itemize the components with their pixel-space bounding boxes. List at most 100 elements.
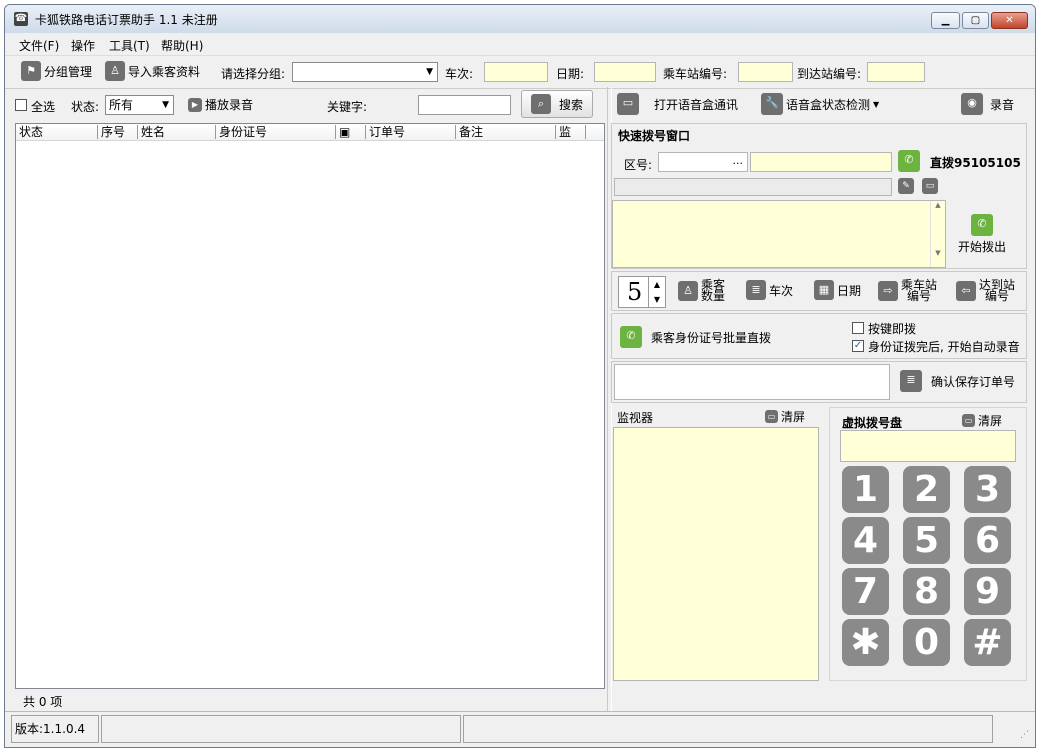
auto-record-checkbox[interactable]: ✓ xyxy=(852,340,864,352)
group-manage-label: 分组管理 xyxy=(44,64,93,79)
close-button[interactable]: ✕ xyxy=(991,12,1028,29)
filter-bar: 全选 状态: 所有 ▼ ▶ 播放录音 关键字: ⌕ 搜索 xyxy=(13,87,607,121)
group-manage-button[interactable]: ⚑ 分组管理 xyxy=(21,61,92,81)
key-6[interactable]: 6 xyxy=(964,517,1011,564)
passenger-count-value: 5 xyxy=(627,278,643,306)
insert-train-button[interactable]: ≣ 车次 xyxy=(746,280,793,300)
press-dial-label: 按键即拨 xyxy=(868,322,917,336)
order-number-input[interactable] xyxy=(614,364,890,400)
dialpad-panel: 虚拟拨号盘 ▭ 清屏 1 2 3 4 5 6 7 8 9 ✱ 0 # xyxy=(829,407,1027,681)
menu-file[interactable]: 文件(F) xyxy=(19,37,59,54)
date-label: 日期: xyxy=(556,67,585,81)
select-all-checkbox[interactable] xyxy=(15,99,27,111)
column-header-name[interactable]: 姓名 xyxy=(138,125,216,139)
voicebox-status-label: 语音盒状态检测 xyxy=(786,97,871,112)
key-3[interactable]: 3 xyxy=(964,466,1011,513)
window-title: 卡狐铁路电话订票助手 1.1 未注册 xyxy=(35,13,218,27)
key-8[interactable]: 8 xyxy=(903,568,950,615)
passenger-table[interactable]: 状态 序号 姓名 身份证号 ▣ 订单号 备注 监 xyxy=(15,123,605,689)
start-dial-button[interactable]: ✆ 开始拨出 xyxy=(958,214,1006,255)
status-label: 状态: xyxy=(71,100,100,114)
column-header-order-number[interactable]: 订单号 xyxy=(366,125,456,139)
direct-dial-button[interactable]: 直拨95105105 xyxy=(930,154,1021,171)
play-icon: ▶ xyxy=(188,97,202,112)
column-header-monitor[interactable]: 监 xyxy=(556,125,586,139)
column-header-index[interactable]: 序号 xyxy=(98,125,138,139)
spinner-arrows-icon[interactable]: ▲ ▼ xyxy=(648,277,665,307)
key-9[interactable]: 9 xyxy=(964,568,1011,615)
scrollbar[interactable]: ▲ ▼ xyxy=(930,201,945,267)
minimize-button[interactable]: ▁ xyxy=(931,12,960,29)
status-cell-3 xyxy=(463,715,993,743)
dialpad-display xyxy=(840,430,1016,462)
import-passengers-label: 导入乘客资料 xyxy=(128,64,201,79)
dropdown-arrow-icon: ▼ xyxy=(162,100,169,110)
insert-date-button[interactable]: ▦ 日期 xyxy=(814,280,861,300)
menu-help[interactable]: 帮助(H) xyxy=(161,37,203,54)
monitor-output xyxy=(613,427,819,681)
board-station-label-2: 编号 xyxy=(907,289,932,303)
auto-record-label: 身份证拨完后, 开始自动录音 xyxy=(868,340,1020,354)
phone-number-input[interactable] xyxy=(750,152,892,172)
record-button[interactable]: ◉ 录音 xyxy=(961,93,1014,115)
key-2[interactable]: 2 xyxy=(903,466,950,513)
group-select[interactable]: ▼ xyxy=(292,62,438,82)
open-voicebox-button[interactable]: ▭ 打开语音盒通讯 xyxy=(617,93,738,115)
voicebox-toolbar: ▭ 打开语音盒通讯 🔧 语音盒状态检测 ▼ ◉ 录音 xyxy=(611,87,1029,123)
monitor-clear-label: 清屏 xyxy=(781,410,806,424)
version-label: 版本:1.1.0.4 xyxy=(11,715,99,743)
dial-text-area[interactable]: ▲ ▼ xyxy=(612,200,946,268)
insert-board-station-button[interactable]: ⇨ 乘车站 编号 xyxy=(878,279,937,303)
menu-bar: 文件(F) 操作 工具(T) 帮助(H) xyxy=(5,33,1035,55)
area-code-input[interactable]: ... xyxy=(658,152,748,172)
top-toolbar: ⚑ 分组管理 ♙ 导入乘客资料 请选择分组: ▼ 车次: 日期: 乘车站编号: … xyxy=(5,55,1035,89)
insert-passenger-count-button[interactable]: ♙ 乘客 数量 xyxy=(678,279,725,302)
key-1[interactable]: 1 xyxy=(842,466,889,513)
column-header-id-number[interactable]: 身份证号 xyxy=(216,125,336,139)
resize-grip-icon[interactable]: ⋰ xyxy=(1020,730,1029,740)
passenger-list-panel: 全选 状态: 所有 ▼ ▶ 播放录音 关键字: ⌕ 搜索 状态 序号 姓名 身份证… xyxy=(13,87,607,711)
play-recording-label: 播放录音 xyxy=(205,98,254,112)
key-7[interactable]: 7 xyxy=(842,568,889,615)
quick-dial-title: 快速拨号窗口 xyxy=(618,129,691,143)
params-group: 5 ▲ ▼ ♙ 乘客 数量 ≣ 车次 ▦ 日期 ⇨ 乘车站 编号 ⇦ 达到站 编号 xyxy=(611,271,1027,311)
person-icon: ♙ xyxy=(105,61,125,81)
calendar-icon: ▦ xyxy=(814,280,834,300)
phone-icon: ✆ xyxy=(971,214,993,236)
board-station-label: 乘车站编号: xyxy=(663,67,728,81)
column-header-audio[interactable]: ▣ xyxy=(336,125,366,139)
column-header-remark[interactable]: 备注 xyxy=(456,125,556,139)
import-passengers-button[interactable]: ♙ 导入乘客资料 xyxy=(105,61,200,81)
open-voicebox-label: 打开语音盒通讯 xyxy=(654,97,739,112)
voicebox-status-button[interactable]: 🔧 语音盒状态检测 ▼ xyxy=(761,93,879,115)
maximize-button[interactable]: ▢ xyxy=(962,12,989,29)
batch-dial-button[interactable]: ✆ 乘客身份证号批量直拨 xyxy=(620,326,771,348)
list-icon: ≣ xyxy=(746,280,766,300)
date-input[interactable] xyxy=(594,62,656,82)
edit-icon[interactable]: ✎ xyxy=(898,178,914,194)
press-dial-checkbox[interactable] xyxy=(852,322,864,334)
search-button[interactable]: ⌕ 搜索 xyxy=(521,90,593,118)
key-5[interactable]: 5 xyxy=(903,517,950,564)
insert-arrive-station-button[interactable]: ⇦ 达到站 编号 xyxy=(956,279,1015,302)
menu-operate[interactable]: 操作 xyxy=(71,37,95,54)
menu-tools[interactable]: 工具(T) xyxy=(109,37,150,54)
status-select[interactable]: 所有 ▼ xyxy=(105,95,174,115)
screen-icon: ▭ xyxy=(765,410,778,423)
train-input[interactable] xyxy=(484,62,548,82)
key-4[interactable]: 4 xyxy=(842,517,889,564)
passenger-count-spinner[interactable]: 5 ▲ ▼ xyxy=(618,276,666,308)
key-hash[interactable]: # xyxy=(964,619,1011,666)
save-order-button[interactable]: ≣ 确认保存订单号 xyxy=(900,370,1015,392)
key-0[interactable]: 0 xyxy=(903,619,950,666)
column-header-status[interactable]: 状态 xyxy=(16,125,98,139)
key-star[interactable]: ✱ xyxy=(842,619,889,666)
arrive-station-input[interactable] xyxy=(867,62,925,82)
dialpad-clear-button[interactable]: ▭ 清屏 xyxy=(962,412,1002,429)
area-code-browse-button[interactable]: ... xyxy=(733,154,744,167)
play-recording-button[interactable]: ▶ 播放录音 xyxy=(188,96,253,113)
keyword-input[interactable] xyxy=(418,95,511,115)
screen-icon[interactable]: ▭ xyxy=(922,178,938,194)
board-station-input[interactable] xyxy=(738,62,793,82)
monitor-clear-button[interactable]: ▭ 清屏 xyxy=(765,408,805,425)
